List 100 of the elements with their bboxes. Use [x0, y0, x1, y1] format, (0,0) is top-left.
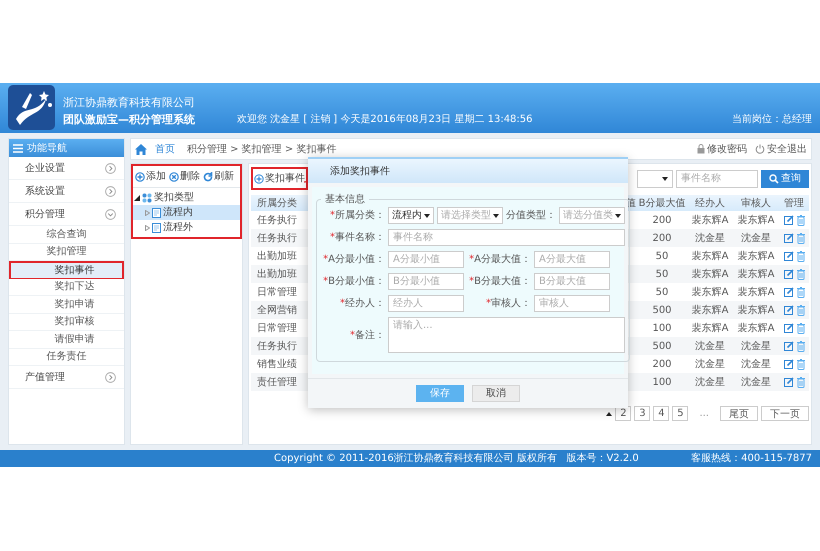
- chevron-right-icon: [105, 186, 116, 196]
- required-mark: *: [330, 231, 335, 245]
- tree-node[interactable]: 奖扣类型: [154, 190, 194, 205]
- trash-icon[interactable]: [796, 376, 804, 388]
- table-cell-text: 50: [654, 250, 670, 264]
- sidebar-group[interactable]: 企业设置: [9, 157, 124, 180]
- edit-icon[interactable]: [784, 251, 794, 261]
- table-cell-text: 50: [654, 286, 670, 300]
- page-button[interactable]: 5: [672, 406, 688, 421]
- trash-icon[interactable]: [796, 304, 804, 316]
- sidebar-item[interactable]: 奖扣申请: [9, 296, 124, 314]
- tree-node[interactable]: 流程内: [133, 205, 240, 220]
- search-field[interactable]: 事件名称: [676, 170, 758, 188]
- field-label: 分值类型：: [506, 208, 556, 223]
- edit-icon[interactable]: [784, 287, 794, 297]
- sidebar-item[interactable]: 综合查询: [9, 226, 124, 244]
- trash-icon[interactable]: [796, 250, 804, 262]
- trash-icon[interactable]: [796, 286, 804, 298]
- modal-title: 添加奖扣事件: [330, 164, 390, 178]
- edit-icon[interactable]: [784, 341, 794, 351]
- edit-icon[interactable]: [784, 305, 794, 315]
- edit-icon[interactable]: [784, 377, 794, 387]
- input-field[interactable]: A分最小值: [388, 251, 464, 268]
- next-page-button[interactable]: 下一页: [761, 406, 809, 421]
- trash-icon[interactable]: [796, 340, 804, 352]
- sidebar-group[interactable]: 积分管理: [9, 203, 124, 226]
- table-cell-text: 裴东辉A: [736, 268, 776, 282]
- input-field[interactable]: 经办人: [388, 295, 464, 312]
- sidebar-group[interactable]: 产值管理: [9, 366, 124, 389]
- change-password-link[interactable]: 修改密码: [697, 142, 747, 156]
- field-label: B分最小值：: [328, 274, 385, 289]
- table-cell-text: 500: [651, 340, 673, 354]
- sidebar-item[interactable]: 请假申请: [9, 331, 124, 348]
- edit-icon[interactable]: [784, 323, 794, 333]
- edit-icon[interactable]: [784, 215, 794, 225]
- sidebar-group[interactable]: 系统设置: [9, 180, 124, 203]
- sidebar-title: 功能导航: [27, 142, 67, 156]
- table-cell-text: 裴东辉A: [736, 304, 776, 318]
- select-field[interactable]: 流程内: [388, 207, 434, 224]
- table-cell-text: 任务执行: [256, 232, 298, 246]
- add-event-button[interactable]: 奖扣事件: [254, 171, 305, 186]
- add-button[interactable]: 添加: [135, 169, 166, 184]
- sidebar-item[interactable]: 任务责任: [9, 348, 124, 366]
- sidebar-item[interactable]: 奖扣事件: [9, 261, 124, 278]
- column-header: 管理: [783, 196, 805, 210]
- lock-icon: [697, 144, 705, 154]
- cancel-button[interactable]: 取消: [472, 385, 520, 402]
- field-label: A分最小值：: [328, 252, 385, 267]
- table-cell-text: 500: [651, 304, 673, 318]
- input-field[interactable]: A分最大值: [534, 251, 610, 268]
- field-label: 经办人：: [345, 296, 385, 311]
- field-label: 事件名称：: [335, 230, 385, 245]
- chevron-right-icon: [105, 372, 116, 382]
- table-cell-text: 200: [651, 232, 673, 246]
- tree-root-icon: [142, 192, 152, 202]
- edit-icon[interactable]: [784, 233, 794, 243]
- edit-icon[interactable]: [784, 359, 794, 369]
- trash-icon[interactable]: [796, 232, 804, 244]
- copyright-text: Copyright © 2011-2016浙江协鼎教育科技有限公司 版权所有 版本号：V2.2.0: [274, 452, 639, 466]
- trash-icon[interactable]: [796, 322, 804, 334]
- textarea-field[interactable]: 请输入...: [388, 317, 625, 353]
- logout-link[interactable]: 安全退出: [755, 142, 807, 156]
- search-button[interactable]: 查询: [761, 170, 809, 188]
- home-link[interactable]: 首页: [155, 142, 175, 156]
- trash-icon[interactable]: [796, 358, 804, 370]
- document-icon: [152, 222, 161, 232]
- filter-select[interactable]: [637, 170, 673, 188]
- trash-icon[interactable]: [796, 268, 804, 280]
- table-cell-text: 裴东辉A: [690, 286, 730, 300]
- table-cell-text: 裴东辉A: [690, 250, 730, 264]
- refresh-button[interactable]: 刷新: [203, 169, 234, 184]
- required-mark: *: [330, 209, 335, 223]
- input-field[interactable]: 事件名称: [388, 229, 625, 246]
- delete-button[interactable]: 删除: [169, 169, 200, 184]
- table-cell-text: 沈金星: [740, 232, 772, 246]
- last-page-button[interactable]: 尾页: [720, 406, 758, 421]
- hotline-text: 客服热线：400-115-7877: [691, 452, 812, 466]
- required-mark: *: [469, 275, 474, 289]
- page-button[interactable]: 3: [634, 406, 650, 421]
- power-icon: [755, 144, 765, 154]
- table-cell-text: 裴东辉A: [736, 286, 776, 300]
- table-cell-text: 沈金星: [740, 340, 772, 354]
- trash-icon[interactable]: [796, 214, 804, 226]
- edit-icon[interactable]: [784, 269, 794, 279]
- page-button[interactable]: 4: [653, 406, 670, 421]
- column-header: 所属分类: [256, 196, 298, 210]
- required-mark: *: [340, 297, 345, 311]
- sidebar-item[interactable]: 奖扣审核: [9, 314, 124, 331]
- table-cell-text: 100: [651, 376, 673, 390]
- column-header: B分最大值: [638, 196, 686, 210]
- input-field[interactable]: B分最小值: [388, 273, 464, 290]
- close-circle-icon: [169, 172, 179, 182]
- field-label: B分最大值：: [474, 274, 531, 289]
- input-field[interactable]: B分最大值: [534, 273, 610, 290]
- expand-icon: [145, 210, 150, 216]
- sidebar-item[interactable]: 奖扣下达: [9, 278, 124, 296]
- table-cell-text: 销售业绩: [256, 358, 298, 372]
- table-cell-text: 日常管理: [256, 286, 298, 300]
- input-field[interactable]: 审核人: [534, 295, 610, 312]
- tree-node[interactable]: 流程外: [133, 220, 240, 235]
